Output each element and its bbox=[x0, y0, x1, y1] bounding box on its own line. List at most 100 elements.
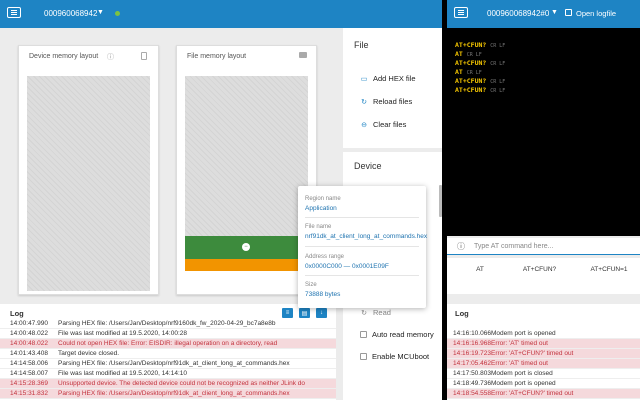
info-icon: ⓘ bbox=[107, 54, 114, 61]
terminal[interactable]: AT+CFUN? CR LF AT CR LF AT+CFUN? CR LF AT C… bbox=[447, 28, 640, 236]
terminal-control-chars: CR LF bbox=[490, 88, 506, 94]
log-time: 14:14:58.007 bbox=[10, 370, 48, 377]
chevron-down-icon[interactable]: ▼ bbox=[551, 9, 558, 16]
log-row: 14:14:58.006 Parsing HEX file: /Users/Jan… bbox=[0, 359, 336, 369]
log-time: 14:18:54.558 bbox=[453, 390, 491, 397]
region-name-value: Application bbox=[305, 205, 337, 212]
menu-icon[interactable] bbox=[7, 7, 21, 18]
device-selector[interactable]: 000960068942#0 bbox=[487, 9, 549, 18]
top-bar: 000960068942 ▼ bbox=[0, 0, 442, 28]
menu-icon[interactable] bbox=[454, 7, 468, 18]
quick-at-cfun-query-button[interactable]: AT+CFUN? bbox=[517, 266, 562, 273]
log-message: File was last modified at 19.5.2020, 14:… bbox=[58, 370, 187, 377]
clear-files-label: Clear files bbox=[373, 120, 407, 129]
quick-at-cfun-set-button[interactable]: AT+CFUN=1 bbox=[585, 266, 633, 273]
log-time: 14:00:47.990 bbox=[10, 320, 48, 327]
application-region[interactable]: − bbox=[185, 236, 308, 259]
mbr-region[interactable] bbox=[185, 259, 308, 271]
log-row: 14:18:49.736Modem port is opened bbox=[447, 379, 640, 389]
log-message: Parsing HEX file: /Users/Jan/Desktop/nrf… bbox=[58, 390, 290, 397]
lte-link-monitor-window: 000960068942#0 ▼ Open logfile AT+CFUN? C… bbox=[447, 0, 640, 400]
log-time: 14:17:05.462 bbox=[453, 360, 491, 367]
read-label: Read bbox=[373, 308, 391, 317]
terminal-control-chars: CR LF bbox=[466, 52, 482, 58]
divider bbox=[305, 246, 419, 247]
log-row: 14:18:54.558Error: 'AT+CFUN?' timed out bbox=[447, 389, 640, 399]
minus-circle-icon[interactable]: − bbox=[242, 243, 250, 251]
log-time: 14:14:58.006 bbox=[10, 360, 48, 367]
terminal-line: AT+CFUN? CR LF bbox=[455, 77, 505, 86]
terminal-line: AT CR LF bbox=[455, 50, 505, 59]
log-row: 14:00:48.022 File was last modified at 19… bbox=[0, 329, 336, 339]
top-bar: 000960068942#0 ▼ Open logfile bbox=[447, 0, 640, 28]
log-time: 14:00:48.022 bbox=[10, 340, 48, 347]
section-divider bbox=[343, 148, 442, 152]
region-name-label: Region name bbox=[305, 196, 341, 202]
log-message: Modem port is opened bbox=[491, 330, 556, 337]
log-row: 14:17:50.803Modem port is closed bbox=[447, 369, 640, 379]
device-section-title: Device bbox=[354, 161, 382, 171]
log-message: Error: 'AT+CFUN?' timed out bbox=[491, 350, 574, 357]
file-name-value: nrf91dk_at_client_long_at_commands.hex bbox=[305, 233, 428, 240]
connection-status-icon bbox=[115, 11, 120, 16]
file-memory-card: File memory layout − bbox=[176, 45, 317, 295]
terminal-command: AT+CFUN? bbox=[455, 77, 487, 85]
log-panel: Log ≡ ▤ ↓ 14:00:47.990 Parsing HEX file: … bbox=[0, 304, 336, 400]
log-message: Error: 'AT+CFUN?' timed out bbox=[491, 390, 574, 397]
log-time: 14:16:16.968 bbox=[453, 340, 491, 347]
autoscroll-icon[interactable]: ↓ bbox=[316, 308, 327, 318]
reload-files-button[interactable]: ↻ Reload files bbox=[360, 97, 412, 106]
checkbox-icon bbox=[360, 331, 367, 338]
device-selector[interactable]: 000960068942 bbox=[44, 9, 97, 18]
read-button[interactable]: ↻ Read bbox=[360, 308, 391, 317]
quick-at-button[interactable]: AT bbox=[470, 266, 490, 273]
address-range-value: 0x0000C000 — 0x0001E09F bbox=[305, 263, 389, 270]
log-time: 14:16:10.066 bbox=[453, 330, 491, 337]
clear-files-button[interactable]: ⊖ Clear files bbox=[360, 120, 406, 129]
log-time: 14:17:50.803 bbox=[453, 370, 491, 377]
at-command-field[interactable]: ⓘ Type AT command here... bbox=[447, 238, 640, 255]
file-memory-title: File memory layout bbox=[187, 53, 247, 60]
minus-circle-icon: ⊖ bbox=[361, 121, 367, 129]
enable-mcuboot-checkbox[interactable]: Enable MCUboot bbox=[360, 352, 429, 361]
auto-read-checkbox[interactable]: Auto read memory bbox=[360, 330, 434, 339]
terminal-control-chars: CR LF bbox=[466, 70, 482, 76]
log-row: 14:15:28.369 Unsupported device. The dete… bbox=[0, 379, 336, 389]
log-title: Log bbox=[455, 309, 469, 318]
folder-icon bbox=[299, 52, 307, 58]
terminal-command: AT+CFUN? bbox=[455, 86, 487, 94]
file-icon bbox=[565, 9, 572, 16]
log-message: Target device closed. bbox=[58, 350, 120, 357]
log-time: 14:00:48.022 bbox=[10, 330, 48, 337]
quick-commands: AT AT+CFUN? AT+CFUN=1 bbox=[447, 258, 640, 294]
reload-files-label: Reload files bbox=[373, 97, 413, 106]
terminal-control-chars: CR LF bbox=[490, 79, 506, 85]
terminal-line: AT CR LF bbox=[455, 68, 505, 77]
address-range-label: Address range bbox=[305, 254, 345, 260]
log-row: 14:16:19.723Error: 'AT+CFUN?' timed out bbox=[447, 349, 640, 359]
log-time: 14:16:19.723 bbox=[453, 350, 491, 357]
clear-log-icon[interactable]: ≡ bbox=[282, 308, 293, 318]
add-hex-button[interactable]: ▭ Add HEX file bbox=[360, 74, 416, 83]
log-list: 14:16:10.066Modem port is opened 14:16:16… bbox=[447, 329, 640, 399]
log-message: Modem port is opened bbox=[491, 380, 556, 387]
resize-handle[interactable] bbox=[439, 185, 442, 217]
terminal-output: AT+CFUN? CR LF AT CR LF AT+CFUN? CR LF AT C… bbox=[455, 41, 505, 95]
terminal-command: AT+CFUN? bbox=[455, 41, 487, 49]
log-list: 14:00:47.990 Parsing HEX file: /Users/Jan… bbox=[0, 319, 336, 399]
log-message: Could not open HEX file: Error: EISDIR: … bbox=[58, 340, 278, 347]
open-log-icon[interactable]: ▤ bbox=[299, 308, 310, 318]
log-message: Error: 'AT' timed out bbox=[491, 360, 548, 367]
open-logfile-button[interactable]: Open logfile bbox=[576, 9, 616, 18]
chevron-down-icon[interactable]: ▼ bbox=[97, 9, 104, 16]
size-label: Size bbox=[305, 282, 317, 288]
log-message: Error: 'AT' timed out bbox=[491, 340, 548, 347]
log-row: 14:01:43.408 Target device closed. bbox=[0, 349, 336, 359]
log-row: 14:14:58.007 File was last modified at 19… bbox=[0, 369, 336, 379]
log-row: 14:00:48.022 Could not open HEX file: Err… bbox=[0, 339, 336, 349]
log-message: Parsing HEX file: /Users/Jan/Desktop/nrf… bbox=[58, 320, 276, 327]
terminal-command: AT bbox=[455, 68, 463, 76]
add-hex-label: Add HEX file bbox=[373, 74, 416, 83]
terminal-line: AT+CFUN? CR LF bbox=[455, 59, 505, 68]
refresh-icon: ↻ bbox=[361, 98, 367, 106]
